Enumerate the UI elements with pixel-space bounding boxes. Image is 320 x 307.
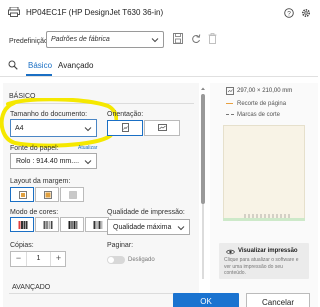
trash-icon[interactable] [208,33,217,44]
help-icon[interactable]: ? [284,8,294,18]
copies-label: Cópias: [10,242,34,249]
chevron-down-icon [151,38,159,43]
color-mode-grayscale[interactable] [35,217,59,232]
orientation-portrait-button[interactable] [107,120,143,136]
copies-decrement-button[interactable]: − [11,252,27,266]
margin-option-borderless[interactable] [60,187,84,202]
update-link[interactable]: Atualizar [78,145,97,151]
page-size-icon [226,87,234,95]
color-mode-group [10,217,110,232]
section-title-advanced[interactable]: AVANÇADO [12,284,50,291]
color-mode-label: Modo de cores: [10,209,59,216]
margin-layout-group [10,187,85,202]
scrollbar-thumb[interactable] [201,94,205,204]
chevron-down-icon [177,226,185,231]
tab-advanced[interactable]: Avançado [58,61,93,70]
preview-print-title[interactable]: Visualizar impressão [238,248,298,254]
crop-line-swatch [226,103,233,104]
gear-icon[interactable] [301,8,311,18]
margin-standard-icon [19,191,27,199]
highlight-annotation [0,98,118,148]
paginate-toggle[interactable] [107,256,125,264]
chevron-down-icon [84,160,92,165]
margin-borderless-icon [69,191,77,199]
refresh-icon[interactable] [191,33,201,44]
color-mode-color[interactable] [10,217,34,232]
paper-source-select[interactable]: Rolo : 914.40 mm.... [10,153,97,169]
landscape-page-icon [158,124,167,131]
paginate-label: Paginar: [107,242,134,249]
orientation-group [107,120,180,136]
crop-label: Recorte de página [237,101,287,107]
copies-input[interactable]: 1 [27,252,50,266]
copies-stepper: − 1 + [10,251,66,267]
print-quality-value: Qualidade máxima [113,224,172,231]
margin-layout-label: Layout da margem: [10,178,71,185]
color-mode-black[interactable] [60,217,84,232]
settings-scrollbar[interactable] [200,86,206,301]
portrait-page-icon [122,123,129,132]
black-bars-icon [68,221,78,229]
scroll-up-icon[interactable] [200,86,206,91]
preview-print-description: Clique para atualizar o software e ver u… [224,257,299,276]
orientation-landscape-button[interactable] [144,120,180,136]
preset-label: Predefinição: [9,38,50,45]
margin-option-clip[interactable] [35,187,59,202]
cancel-button[interactable]: Cancelar [246,293,310,307]
print-quality-label: Qualidade de impressão: [107,209,185,216]
section-divider [9,293,194,294]
print-quality-select[interactable]: Qualidade máxima [107,219,190,235]
printer-icon [8,7,20,17]
grayscale-bars-icon [43,221,53,229]
search-icon[interactable] [8,60,18,70]
preset-value: Padrões de fábrica [51,36,110,43]
paginate-state: Desligado [128,257,155,263]
mixed-bars-icon [93,221,103,229]
color-bars-icon [18,221,28,229]
save-icon[interactable] [173,33,183,44]
tabs-divider [0,76,318,77]
paper-source-value: Rolo : 914.40 mm.... [16,158,80,165]
page-preview-strip [223,218,305,221]
orientation-label: Orientação: [107,111,144,118]
toggle-knob [108,257,114,263]
color-mode-other[interactable] [85,217,109,232]
page-preview [223,125,305,220]
tab-basic[interactable]: Básico [28,61,52,70]
margin-clip-icon [44,191,52,199]
page-size-text: 297,00 × 210,00 mm [237,88,293,94]
title-bar: HP04EC1F (HP DesignJet T630 36-in) ? [0,0,318,26]
window-title: HP04EC1F (HP DesignJet T630 36-in) [26,8,164,17]
margin-option-standard[interactable] [10,187,34,202]
svg-text:?: ? [287,11,291,18]
cut-marks-label: Marcas de corte [237,112,281,118]
ok-button[interactable]: OK [173,293,239,307]
cut-marks-swatch [226,114,234,115]
copies-increment-button[interactable]: + [50,252,66,266]
paper-source-label: Fonte do papel: [10,145,59,152]
eye-icon [226,249,235,255]
preset-select[interactable]: Padrões de fábrica [46,31,164,48]
